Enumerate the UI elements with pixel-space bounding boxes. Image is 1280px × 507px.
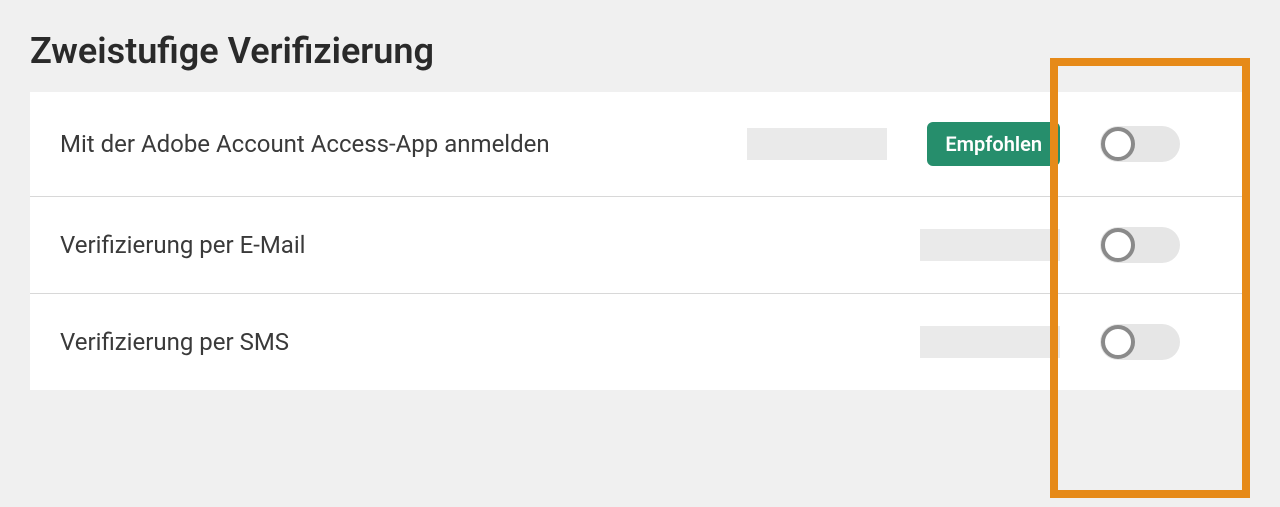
toggle-app[interactable] bbox=[1100, 126, 1180, 162]
placeholder-block bbox=[920, 229, 1060, 261]
recommended-badge: Empfohlen bbox=[927, 122, 1060, 166]
verification-options-list: Mit der Adobe Account Access-App anmelde… bbox=[30, 92, 1250, 390]
toggle-knob-icon bbox=[1101, 228, 1135, 262]
option-label: Verifizierung per E-Mail bbox=[60, 231, 640, 259]
option-row-app: Mit der Adobe Account Access-App anmelde… bbox=[30, 92, 1250, 197]
toggle-email[interactable] bbox=[1100, 227, 1180, 263]
toggle-knob-icon bbox=[1101, 127, 1135, 161]
option-label: Mit der Adobe Account Access-App anmelde… bbox=[60, 130, 640, 158]
placeholder-block bbox=[920, 326, 1060, 358]
option-label: Verifizierung per SMS bbox=[60, 328, 640, 356]
section-title: Zweistufige Verifizierung bbox=[30, 30, 1250, 72]
two-step-verification-section: Zweistufige Verifizierung Mit der Adobe … bbox=[0, 0, 1280, 390]
toggle-sms[interactable] bbox=[1100, 324, 1180, 360]
option-row-email: Verifizierung per E-Mail bbox=[30, 197, 1250, 294]
toggle-knob-icon bbox=[1101, 325, 1135, 359]
option-row-sms: Verifizierung per SMS bbox=[30, 294, 1250, 390]
placeholder-block bbox=[747, 128, 887, 160]
